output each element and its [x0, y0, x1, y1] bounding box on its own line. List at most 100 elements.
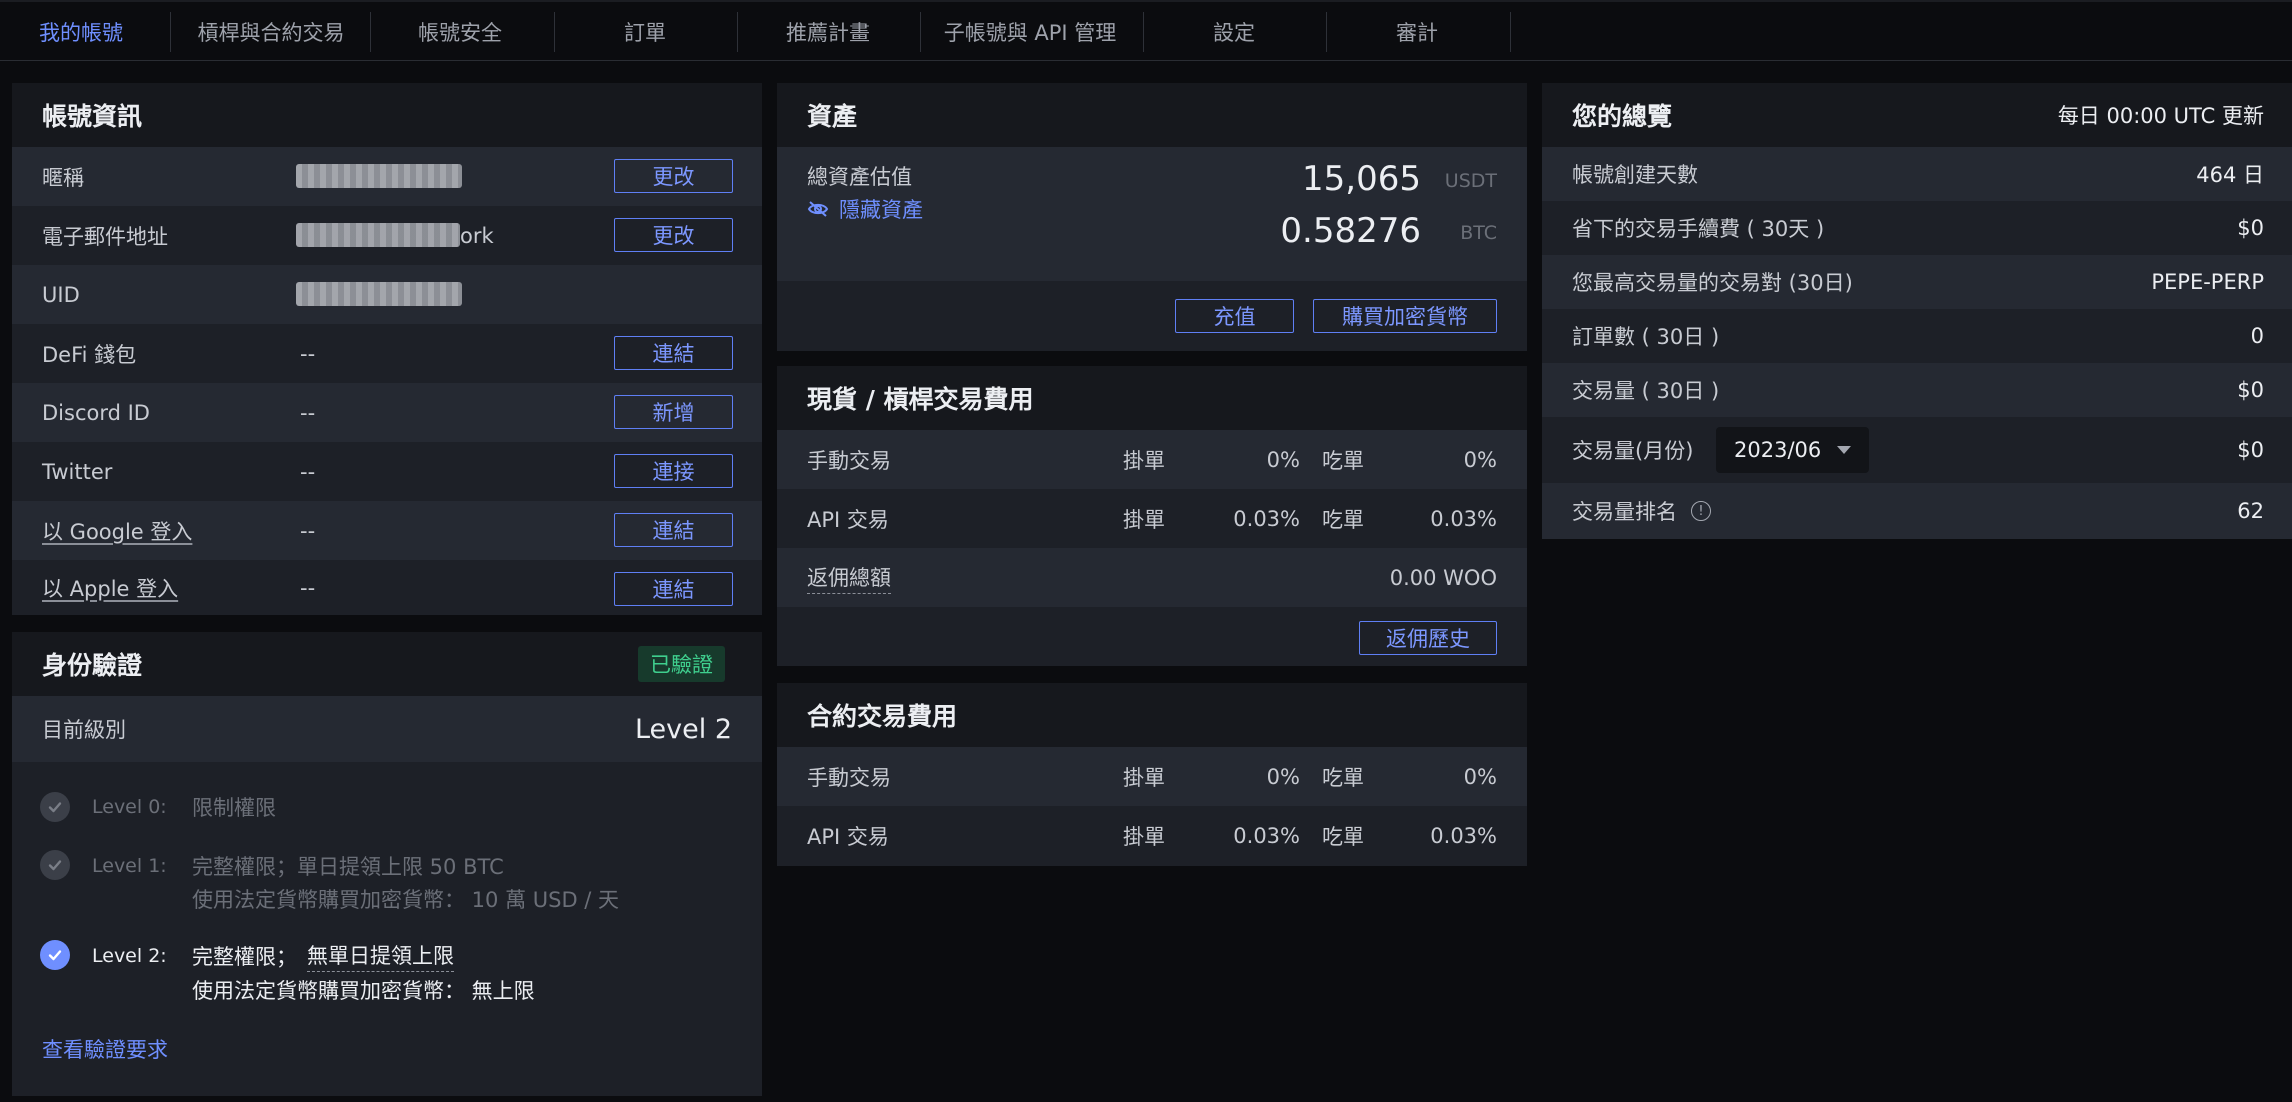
deposit-button[interactable]: 充值: [1175, 299, 1294, 333]
tab-settings[interactable]: 設定: [1153, 12, 1315, 52]
taker-label: 吃單: [1322, 765, 1364, 790]
buy-crypto-button[interactable]: 購買加密貨幣: [1313, 299, 1497, 333]
view-verification-requirements-link[interactable]: 查看驗證要求: [42, 1034, 168, 1064]
rebate-history-button[interactable]: 返佣歷史: [1359, 621, 1497, 655]
month-select[interactable]: 2023/06: [1716, 427, 1869, 473]
link-google-button[interactable]: 連結: [614, 513, 733, 547]
verification-panel: 身份驗證 已驗證 目前級別 Level 2 Level 0: 限制權限 Leve…: [12, 632, 762, 1096]
level-1-check-icon: [40, 850, 70, 880]
row-value: PEPE-PERP: [2151, 270, 2264, 294]
level-1-name: Level 1:: [92, 855, 167, 877]
row-label: UID: [42, 282, 80, 307]
level-2-fiat: 使用法定貨幣購買加密貨幣： 無上限: [192, 979, 535, 1003]
row-value: $0: [2237, 216, 2264, 240]
verified-badge: 已驗證: [638, 646, 725, 682]
assets-summary: 總資產估值 隱藏資產 15,065 USDT 0.58276 BTC: [777, 147, 1527, 281]
account-row-discord: Discord ID -- 新增: [12, 383, 762, 442]
btc-value: 0.58276: [1280, 211, 1421, 251]
maker-label: 掛單: [1123, 765, 1165, 790]
edit-nickname-button[interactable]: 更改: [614, 159, 733, 193]
tab-divider: [370, 12, 371, 52]
row-label: 手動交易: [807, 448, 891, 473]
edit-email-button[interactable]: 更改: [614, 218, 733, 252]
level-2-check-icon: [40, 940, 70, 970]
taker-fee: 0.03%: [1430, 506, 1497, 531]
update-note: 每日 00:00 UTC 更新: [2057, 104, 2264, 128]
row-label: 交易量 ( 30日 ): [1572, 379, 1720, 403]
google-login-link[interactable]: 以 Google 登入: [42, 501, 192, 560]
futures-fees-panel: 合約交易費用 手動交易 掛單 0% 吃單 0% API 交易 掛單 0.03% …: [777, 683, 1527, 866]
account-row-uid: UID: [12, 265, 762, 324]
tab-security[interactable]: 帳號安全: [380, 12, 540, 52]
row-value: --: [300, 400, 316, 425]
current-level-row: 目前級別 Level 2: [12, 696, 762, 762]
spot-fees-panel: 現貨 / 槓桿交易費用 手動交易 掛單 0% 吃單 0% API 交易 掛單 0…: [777, 366, 1527, 666]
tab-divider: [1510, 12, 1511, 52]
taker-fee: 0%: [1463, 447, 1497, 472]
tab-audit[interactable]: 審計: [1336, 12, 1498, 52]
add-discord-button[interactable]: 新增: [614, 395, 733, 429]
usdt-value: 15,065: [1302, 159, 1421, 199]
rebate-total-label[interactable]: 返佣總額: [807, 548, 891, 607]
current-level-label: 目前級別: [42, 718, 126, 742]
account-info-panel: 帳號資訊 暱稱 更改 電子郵件地址 ork 更改 UID DeFi 錢包 -- …: [12, 83, 762, 615]
taker-label: 吃單: [1322, 507, 1364, 532]
overview-row-volume-month: 交易量(月份) 2023/06 $0: [1542, 417, 2292, 483]
panel-title-text: 帳號資訊: [42, 102, 143, 131]
link-apple-button[interactable]: 連結: [614, 572, 733, 606]
overview-row-volume-30d: 交易量 ( 30日 ) $0: [1542, 363, 2292, 417]
rebate-row: 返佣總額 0.00 WOO: [777, 548, 1527, 607]
tab-divider: [170, 12, 171, 52]
level-2-desc-a: 完整權限；: [192, 945, 297, 969]
info-icon[interactable]: !: [1691, 501, 1711, 521]
tab-subaccount-api[interactable]: 子帳號與 API 管理: [925, 12, 1135, 52]
taker-label: 吃單: [1322, 825, 1364, 849]
row-value: $0: [2237, 378, 2264, 402]
maker-fee: 0.03%: [1233, 506, 1300, 531]
row-label: Twitter: [42, 459, 113, 484]
row-value: --: [300, 518, 316, 543]
maker-label: 掛單: [1123, 448, 1165, 473]
rebate-total-text: 返佣總額: [807, 562, 891, 594]
maker-label: 掛單: [1123, 825, 1165, 849]
panel-title-text: 資產: [807, 102, 858, 131]
assets-panel: 資產 總資產估值 隱藏資產 15,065 USDT 0.58276 BTC 充值…: [777, 83, 1527, 351]
tab-margin-futures[interactable]: 槓桿與合約交易: [180, 12, 362, 52]
row-label: 訂單數 ( 30日 ): [1572, 325, 1720, 349]
fee-row-manual: 手動交易 掛單 0% 吃單 0%: [777, 747, 1527, 806]
btc-unit: BTC: [1460, 222, 1497, 244]
hide-assets-toggle[interactable]: 隱藏資產: [807, 194, 923, 224]
month-select-value: 2023/06: [1734, 438, 1822, 462]
usdt-unit: USDT: [1444, 170, 1497, 192]
account-row-apple: 以 Apple 登入 -- 連結: [12, 560, 762, 615]
apple-login-link[interactable]: 以 Apple 登入: [42, 560, 178, 615]
level-1-desc: 完整權限；單日提領上限 50 BTC: [192, 855, 504, 879]
account-row-nickname: 暱稱 更改: [12, 147, 762, 206]
row-value: 464 日: [2196, 163, 2264, 187]
row-label: 省下的交易手續費 ( 30天 ): [1572, 217, 1825, 241]
tab-orders[interactable]: 訂單: [564, 12, 726, 52]
row-value: 62: [2237, 499, 2264, 523]
level-0-desc: 限制權限: [192, 796, 276, 820]
overview-panel: 您的總覽 每日 00:00 UTC 更新 帳號創建天數 464 日 省下的交易手…: [1542, 83, 2292, 539]
tab-referral[interactable]: 推薦計畫: [747, 12, 909, 52]
link-defi-button[interactable]: 連結: [614, 336, 733, 370]
row-label: 帳號創建天數: [1572, 163, 1698, 187]
connect-twitter-button[interactable]: 連接: [614, 454, 733, 488]
account-row-email: 電子郵件地址 ork 更改: [12, 206, 762, 265]
row-label: API 交易: [807, 507, 889, 532]
level-2-name: Level 2:: [92, 945, 167, 967]
overview-row-volume-rank: 交易量排名 ! 62: [1542, 483, 2292, 539]
tab-my-account[interactable]: 我的帳號: [12, 12, 150, 52]
chevron-down-icon: [1837, 446, 1851, 454]
panel-title-text: 您的總覽: [1572, 102, 1673, 131]
volume-rank-label: 交易量排名 !: [1572, 483, 1711, 539]
panel-title-text: 現貨 / 槓桿交易費用: [807, 385, 1034, 414]
level-2-no-limit[interactable]: 無單日提領上限: [307, 940, 454, 972]
level-1-fiat: 使用法定貨幣購買加密貨幣： 10 萬 USD / 天: [192, 888, 620, 912]
tab-divider: [737, 12, 738, 52]
redacted-value: [296, 282, 462, 306]
current-level-value: Level 2: [634, 713, 732, 745]
level-0-name: Level 0:: [92, 796, 167, 818]
row-label: 交易量(月份): [1572, 439, 1694, 463]
